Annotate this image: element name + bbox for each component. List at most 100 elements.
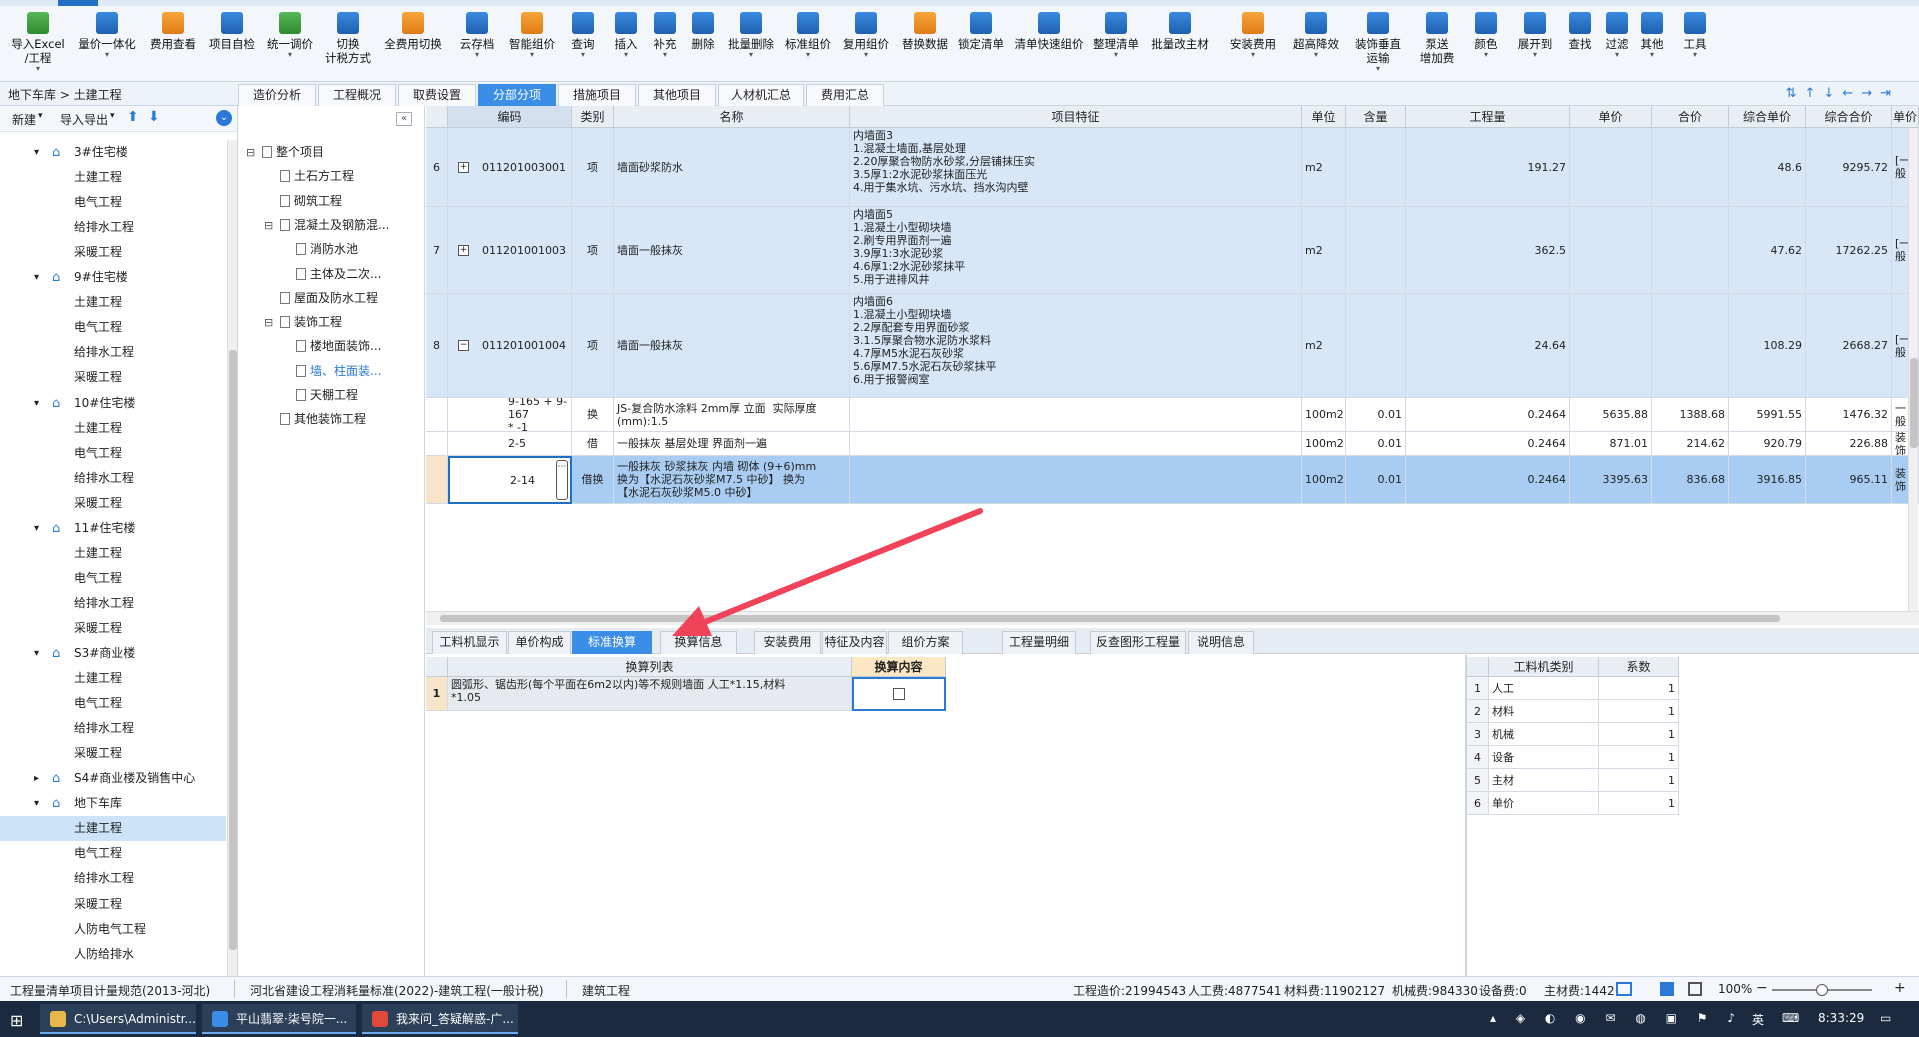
tree-item[interactable]: 土建工程	[0, 416, 226, 441]
category-cell[interactable]: 材料	[1489, 700, 1599, 723]
cell-uprice[interactable]: 48.6	[1729, 128, 1806, 207]
zoom-out-icon[interactable]: −	[1756, 980, 1768, 996]
cell-uprice[interactable]: 5991.55	[1729, 398, 1806, 432]
cell-price[interactable]: 871.01	[1570, 432, 1652, 456]
expand-icon[interactable]: ▾	[34, 791, 39, 816]
ribbon-button-reuse-price[interactable]: 复用组价 ▾	[836, 10, 896, 80]
cell-code[interactable]: +011201003001	[448, 128, 572, 207]
ribbon-button-tax-mode[interactable]: 切换 计税方式	[320, 10, 376, 80]
cell-price[interactable]	[1570, 207, 1652, 294]
tree-item[interactable]: 给排水工程	[0, 215, 226, 240]
layout-icon[interactable]	[1616, 982, 1632, 996]
new-button[interactable]: 新建	[12, 111, 36, 128]
tab-7[interactable]: 费用汇总	[806, 84, 884, 106]
column-header[interactable]: 综合合价	[1806, 106, 1892, 128]
cell-price[interactable]	[1570, 128, 1652, 207]
ribbon-button-import-excel[interactable]: 导入Excel /工程 ▾	[4, 10, 72, 80]
scroll-thumb[interactable]	[1910, 358, 1918, 448]
cell-unit[interactable]: m2	[1302, 128, 1346, 207]
cell-code[interactable]: 2-14 ⋯	[448, 456, 572, 504]
cell-total[interactable]	[1652, 128, 1729, 207]
cell-qty[interactable]: 24.64	[1406, 294, 1570, 398]
tree-item[interactable]: 采暖工程	[0, 616, 226, 641]
tree-item[interactable]: ▾ ⌂ 11#住宅楼	[0, 516, 226, 541]
tree-item[interactable]: ▾ ⌂ 10#住宅楼	[0, 391, 226, 416]
tree-item[interactable]: 电气工程	[0, 315, 226, 340]
tree-item[interactable]: 给排水工程	[0, 466, 226, 491]
ribbon-button-vertical-transport[interactable]: 装饰垂直 运输 ▾	[1344, 10, 1412, 80]
cell-unit[interactable]: 100m2	[1302, 456, 1346, 504]
cell-feature[interactable]: 内墙面5 1.混凝土小型砌块墙 2.刷专用界面剂一遍 3.9厚1:3水泥砂浆 4…	[850, 207, 1302, 294]
column-header[interactable]: 单价	[1892, 106, 1919, 128]
ribbon-button-query[interactable]: 查询 ▾	[560, 10, 606, 80]
collapse-left-icon[interactable]: «	[396, 112, 412, 126]
taskbar-item[interactable]: 我来问_答疑解惑-广...	[362, 1004, 518, 1034]
cell-type[interactable]: 项	[572, 294, 614, 398]
cell-price[interactable]: 3395.63	[1570, 456, 1652, 504]
cell-uprice[interactable]: 3916.85	[1729, 456, 1806, 504]
ribbon-button-high-rise[interactable]: 超高降效 ▾	[1288, 10, 1344, 80]
tree-item[interactable]: 土建工程	[0, 816, 226, 842]
taskbar-item[interactable]: C:\Users\Administr...	[40, 1004, 196, 1034]
cell-content[interactable]: 0.01	[1346, 432, 1406, 456]
ribbon-button-fee-view[interactable]: 费用查看	[142, 10, 204, 80]
category-cell[interactable]: 主材	[1489, 769, 1599, 792]
section-item[interactable]: 天棚工程	[240, 383, 423, 408]
bottom-tab-2[interactable]: 标准换算	[572, 631, 652, 654]
ribbon-button-tools[interactable]: 工具 ▾	[1670, 10, 1720, 80]
cell-total[interactable]: 836.68	[1652, 456, 1729, 504]
expand-icon[interactable]: ▾	[34, 516, 39, 541]
cell-name[interactable]: 墙面一般抹灰	[614, 294, 850, 398]
section-item[interactable]: 消防水池	[240, 237, 423, 262]
cell-feature[interactable]	[850, 398, 1302, 432]
coefficient-cell[interactable]: 1	[1599, 746, 1679, 769]
view-mode-icon[interactable]	[1660, 982, 1674, 996]
browse-button[interactable]: ⋯	[556, 460, 568, 500]
cell-feature[interactable]	[850, 432, 1302, 456]
cell-name[interactable]: 墙面一般抹灰	[614, 207, 850, 294]
tree-item[interactable]: 电气工程	[0, 841, 226, 866]
ribbon-button-other[interactable]: 其他 ▾	[1634, 10, 1670, 80]
tab-3[interactable]: 分部分项	[478, 84, 556, 106]
move-down-icon[interactable]: ⬇	[148, 109, 160, 125]
expand-icon[interactable]: ▾	[34, 140, 39, 165]
ribbon-button-self-check[interactable]: 项目自检	[204, 10, 260, 80]
collapse-panel-icon[interactable]: ⌄	[216, 110, 232, 126]
column-header[interactable]: 项目特征	[850, 106, 1302, 128]
column-header[interactable]: 单价	[1570, 106, 1652, 128]
taskbar-item[interactable]: 平山翡翠·柒号院一...	[202, 1004, 356, 1034]
collapse-icon[interactable]: ⊟	[264, 310, 273, 335]
scroll-thumb[interactable]	[440, 615, 1780, 622]
cell-type[interactable]: 借换	[572, 456, 614, 504]
tree-item[interactable]: 采暖工程	[0, 892, 226, 917]
coefficient-cell[interactable]: 1	[1599, 700, 1679, 723]
category-cell[interactable]: 单价	[1489, 792, 1599, 815]
cell-utotal[interactable]: 17262.25	[1806, 207, 1892, 294]
section-item[interactable]: 土石方工程	[240, 164, 423, 189]
cell-content[interactable]: 0.01	[1346, 398, 1406, 432]
tree-scrollbar[interactable]	[227, 140, 237, 976]
category-cell[interactable]: 机械	[1489, 723, 1599, 746]
clock[interactable]: 8:33:29	[1818, 1011, 1864, 1025]
cell-name[interactable]: 墙面砂浆防水	[614, 128, 850, 207]
tree-item[interactable]: 土建工程	[0, 290, 226, 315]
conversion-item[interactable]: 圆弧形、锯齿形(每个平面在6m2以内)等不规则墙面 人工*1.15,材料 *1.…	[448, 677, 852, 711]
cell-total[interactable]: 1388.68	[1652, 398, 1729, 432]
cell-type[interactable]: 项	[572, 128, 614, 207]
coefficient-cell[interactable]: 1	[1599, 792, 1679, 815]
checkbox[interactable]	[893, 688, 905, 700]
column-header[interactable]: 合价	[1652, 106, 1729, 128]
tab-2[interactable]: 取费设置	[398, 84, 476, 106]
expand-icon[interactable]: +	[458, 161, 469, 173]
cell-unit[interactable]: 100m2	[1302, 432, 1346, 456]
tree-item[interactable]: 采暖工程	[0, 741, 226, 766]
ribbon-button-cloud[interactable]: 云存档 ▾	[450, 10, 504, 80]
cell-type[interactable]: 换	[572, 398, 614, 432]
tree-item[interactable]: 给排水工程	[0, 340, 226, 365]
collapse-icon[interactable]: ⊟	[246, 140, 255, 165]
ribbon-button-replace-data[interactable]: 替换数据	[896, 10, 954, 80]
column-header[interactable]: 编码	[448, 106, 572, 128]
notification-icon[interactable]: ▭	[1880, 1011, 1891, 1025]
ribbon-button-install-fee[interactable]: 安装费用 ▾	[1218, 10, 1288, 80]
tree-item[interactable]: 人防给排水	[0, 942, 226, 967]
